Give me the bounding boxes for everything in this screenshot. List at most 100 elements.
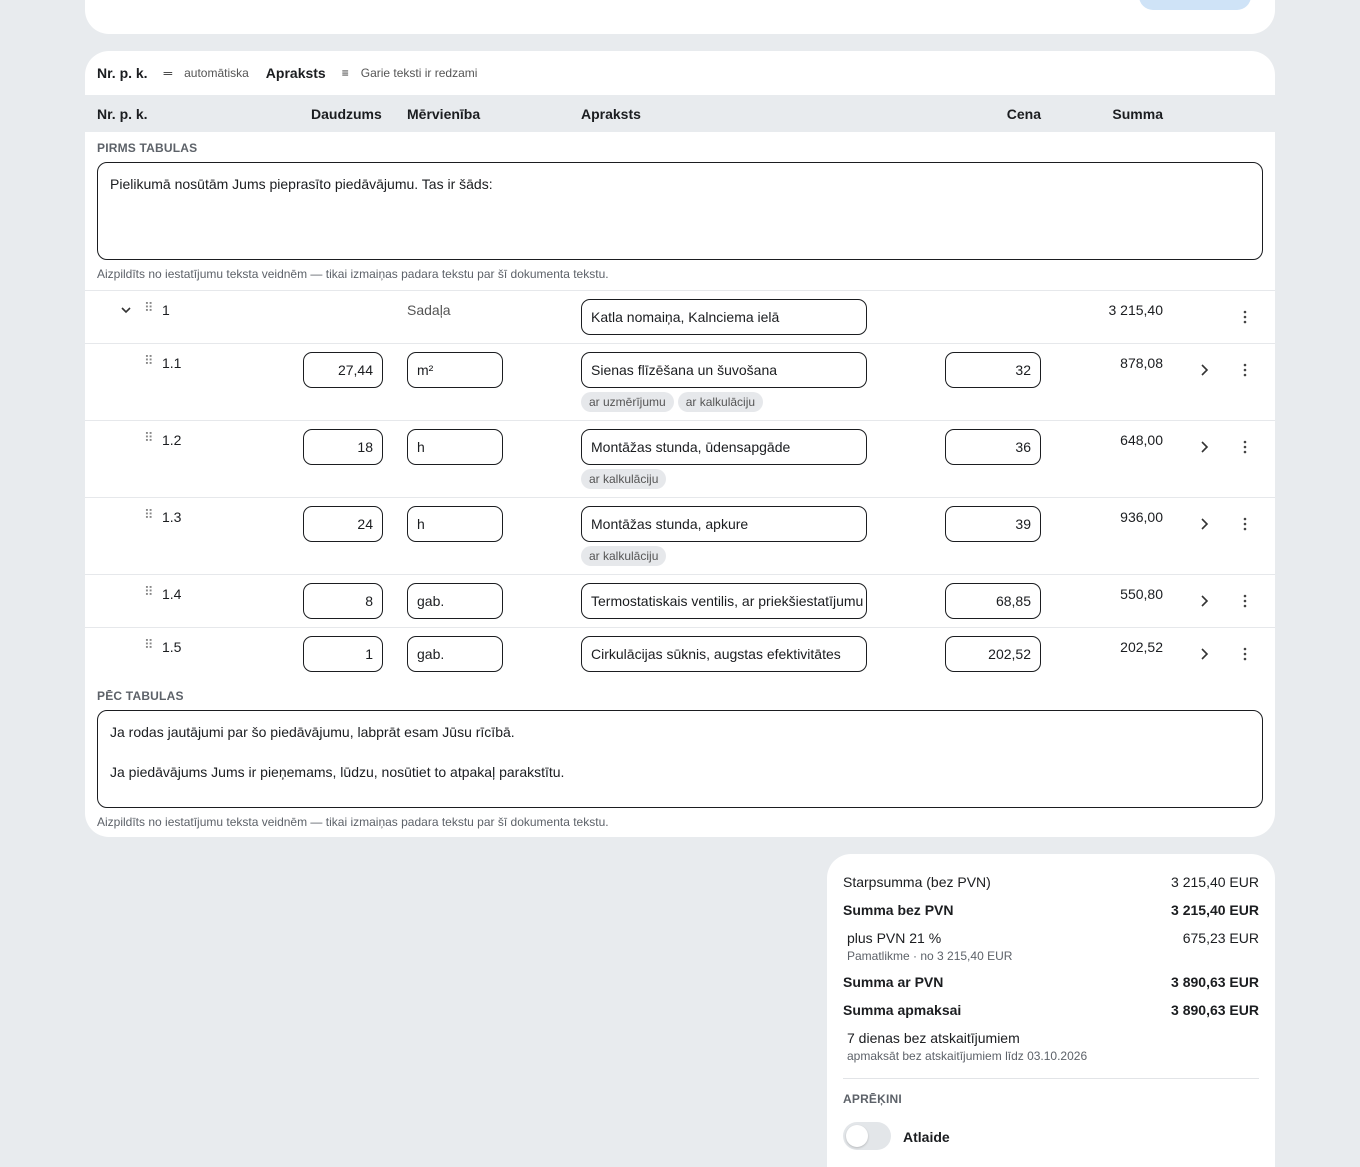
calc-label: APRĒĶINI — [843, 1092, 902, 1106]
row-nr: 1.2 — [162, 432, 182, 448]
section-sum: 3 215,40 — [1108, 302, 1164, 318]
more-vertical-icon[interactable] — [1241, 439, 1249, 455]
section-nr: 1 — [162, 302, 170, 318]
price-input[interactable]: 32 — [945, 352, 1041, 388]
drag-handle-icon[interactable]: ⠿ — [144, 430, 153, 446]
qty-input[interactable]: 1 — [303, 636, 383, 672]
row-tags: ar kalkulāciju — [581, 546, 667, 566]
price-input[interactable]: 202,52 — [945, 636, 1041, 672]
drag-handle-icon[interactable]: ⠿ — [144, 637, 153, 653]
more-vertical-icon[interactable] — [1241, 516, 1249, 532]
more-vertical-icon[interactable] — [1241, 362, 1249, 378]
col-sum: Summa — [1112, 106, 1163, 122]
terms-label: 7 dienas bez atskaitījumiem — [847, 1030, 1020, 1046]
table-row: ⠿ 1.1 27,44 m² Sienas flīzēšana un šuvoš… — [85, 343, 1275, 420]
table-row: ⠿ 1.4 8 gab. Termostatiskais ventilis, a… — [85, 574, 1275, 627]
section-row: ⠿ 1 Sadaļa Katla nomaiņa, Kalnciema ielā… — [85, 290, 1275, 343]
qty-input[interactable]: 24 — [303, 506, 383, 542]
desc-input[interactable]: Montāžas stunda, ūdensapgāde — [581, 429, 867, 465]
discount-label: Atlaide — [903, 1129, 950, 1145]
desc-input[interactable]: Sienas flīzēšana un šuvošana — [581, 352, 867, 388]
top-card — [85, 0, 1275, 34]
row-nr: 1.5 — [162, 639, 182, 655]
unit-input[interactable]: h — [407, 429, 503, 465]
tag-calculation[interactable]: ar kalkulāciju — [677, 392, 764, 412]
more-vertical-icon[interactable] — [1241, 593, 1249, 609]
table-toolbar: Nr. p. k. ═ automātiska Apraksts ≡ Garie… — [85, 51, 1275, 95]
unit-input[interactable]: gab. — [407, 636, 503, 672]
col-price: Cena — [1006, 106, 1041, 122]
row-sum: 202,52 — [1120, 639, 1163, 655]
before-table-textarea[interactable]: Pielikumā nosūtām Jums pieprasīto piedāv… — [97, 162, 1263, 260]
drag-handle-icon[interactable]: ⠿ — [144, 584, 153, 600]
gross-line: Summa ar PVN 3 890,63 EUR — [843, 974, 1259, 990]
positions-card: Nr. p. k. ═ automātiska Apraksts ≡ Garie… — [85, 51, 1275, 837]
pay-value: 3 890,63 EUR — [1171, 1002, 1259, 1018]
chevron-right-icon[interactable] — [1197, 647, 1211, 661]
row-sum: 550,80 — [1120, 586, 1163, 602]
price-input[interactable]: 68,85 — [945, 583, 1041, 619]
col-desc: Apraksts — [581, 106, 641, 122]
after-table-textarea[interactable]: Ja rodas jautājumi par šo piedāvājumu, l… — [97, 710, 1263, 808]
subtotal-value: 3 215,40 EUR — [1171, 874, 1259, 890]
gross-label: Summa ar PVN — [843, 974, 944, 990]
more-vertical-icon[interactable] — [1241, 309, 1249, 325]
summary-card: Starpsumma (bez PVN) 3 215,40 EUR Summa … — [827, 854, 1275, 1167]
before-table-label: PIRMS TABULAS — [97, 141, 198, 155]
table-row: ⠿ 1.5 1 gab. Cirkulācijas sūknis, augsta… — [85, 627, 1275, 680]
desc-setting-value[interactable]: Garie teksti ir redzami — [361, 66, 478, 80]
before-table-hint: Aizpildīts no iestatījumu teksta veidnēm… — [97, 267, 609, 281]
primary-button[interactable] — [1139, 0, 1251, 10]
row-tags: ar uzmērījumu ar kalkulāciju — [581, 392, 764, 412]
lines-icon[interactable]: ≡ — [342, 66, 349, 80]
desc-input[interactable]: Cirkulācijas sūknis, augstas efektivitāt… — [581, 636, 867, 672]
pay-line: Summa apmaksai 3 890,63 EUR — [843, 1002, 1259, 1018]
net-label: Summa bez PVN — [843, 902, 954, 918]
subtotal-line: Starpsumma (bez PVN) 3 215,40 EUR — [843, 874, 1259, 890]
chevron-right-icon[interactable] — [1197, 363, 1211, 377]
tag-calculation[interactable]: ar kalkulāciju — [581, 469, 667, 489]
after-table-label: PĒC TABULAS — [97, 689, 184, 703]
price-input[interactable]: 39 — [945, 506, 1041, 542]
section-title-input[interactable]: Katla nomaiņa, Kalnciema ielā — [581, 299, 867, 335]
qty-input[interactable]: 18 — [303, 429, 383, 465]
desc-input[interactable]: Montāžas stunda, apkure — [581, 506, 867, 542]
vat-line: plus PVN 21 % 675,23 EUR — [847, 930, 1259, 946]
equals-icon[interactable]: ═ — [164, 66, 173, 80]
discount-toggle[interactable] — [843, 1122, 891, 1150]
row-sum: 648,00 — [1120, 432, 1163, 448]
nr-setting-value[interactable]: automātiska — [184, 66, 249, 80]
row-tags: ar kalkulāciju — [581, 469, 667, 489]
row-sum: 936,00 — [1120, 509, 1163, 525]
drag-handle-icon[interactable]: ⠿ — [144, 300, 153, 316]
tag-measurement[interactable]: ar uzmērījumu — [581, 392, 674, 412]
tag-calculation[interactable]: ar kalkulāciju — [581, 546, 667, 566]
chevron-right-icon[interactable] — [1197, 440, 1211, 454]
chevron-right-icon[interactable] — [1197, 594, 1211, 608]
drag-handle-icon[interactable]: ⠿ — [144, 353, 153, 369]
unit-input[interactable]: m² — [407, 352, 503, 388]
qty-input[interactable]: 27,44 — [303, 352, 383, 388]
chevron-down-icon[interactable] — [121, 305, 131, 315]
table-row: ⠿ 1.2 18 h Montāžas stunda, ūdensapgāde … — [85, 420, 1275, 497]
more-vertical-icon[interactable] — [1241, 646, 1249, 662]
vat-value: 675,23 EUR — [1182, 930, 1259, 946]
table-header: Nr. p. k. Daudzums Mērvienība Apraksts C… — [85, 95, 1275, 132]
vat-sub: Pamatlikme · no 3 215,40 EUR — [847, 949, 1013, 963]
col-nr: Nr. p. k. — [97, 106, 148, 122]
desc-input[interactable]: Termostatiskais ventilis, ar priekšiesta… — [581, 583, 867, 619]
vat-label: plus PVN 21 % — [847, 930, 942, 946]
chevron-right-icon[interactable] — [1197, 517, 1211, 531]
subtotal-label: Starpsumma (bez PVN) — [843, 874, 991, 890]
gross-value: 3 890,63 EUR — [1171, 974, 1259, 990]
unit-input[interactable]: h — [407, 506, 503, 542]
after-table-hint: Aizpildīts no iestatījumu teksta veidnēm… — [97, 815, 609, 829]
drag-handle-icon[interactable]: ⠿ — [144, 507, 153, 523]
section-type: Sadaļa — [407, 302, 451, 318]
table-row: ⠿ 1.3 24 h Montāžas stunda, apkure ar ka… — [85, 497, 1275, 574]
unit-input[interactable]: gab. — [407, 583, 503, 619]
qty-input[interactable]: 8 — [303, 583, 383, 619]
nr-setting-label: Nr. p. k. — [97, 65, 148, 81]
price-input[interactable]: 36 — [945, 429, 1041, 465]
col-unit: Mērvienība — [407, 106, 481, 122]
